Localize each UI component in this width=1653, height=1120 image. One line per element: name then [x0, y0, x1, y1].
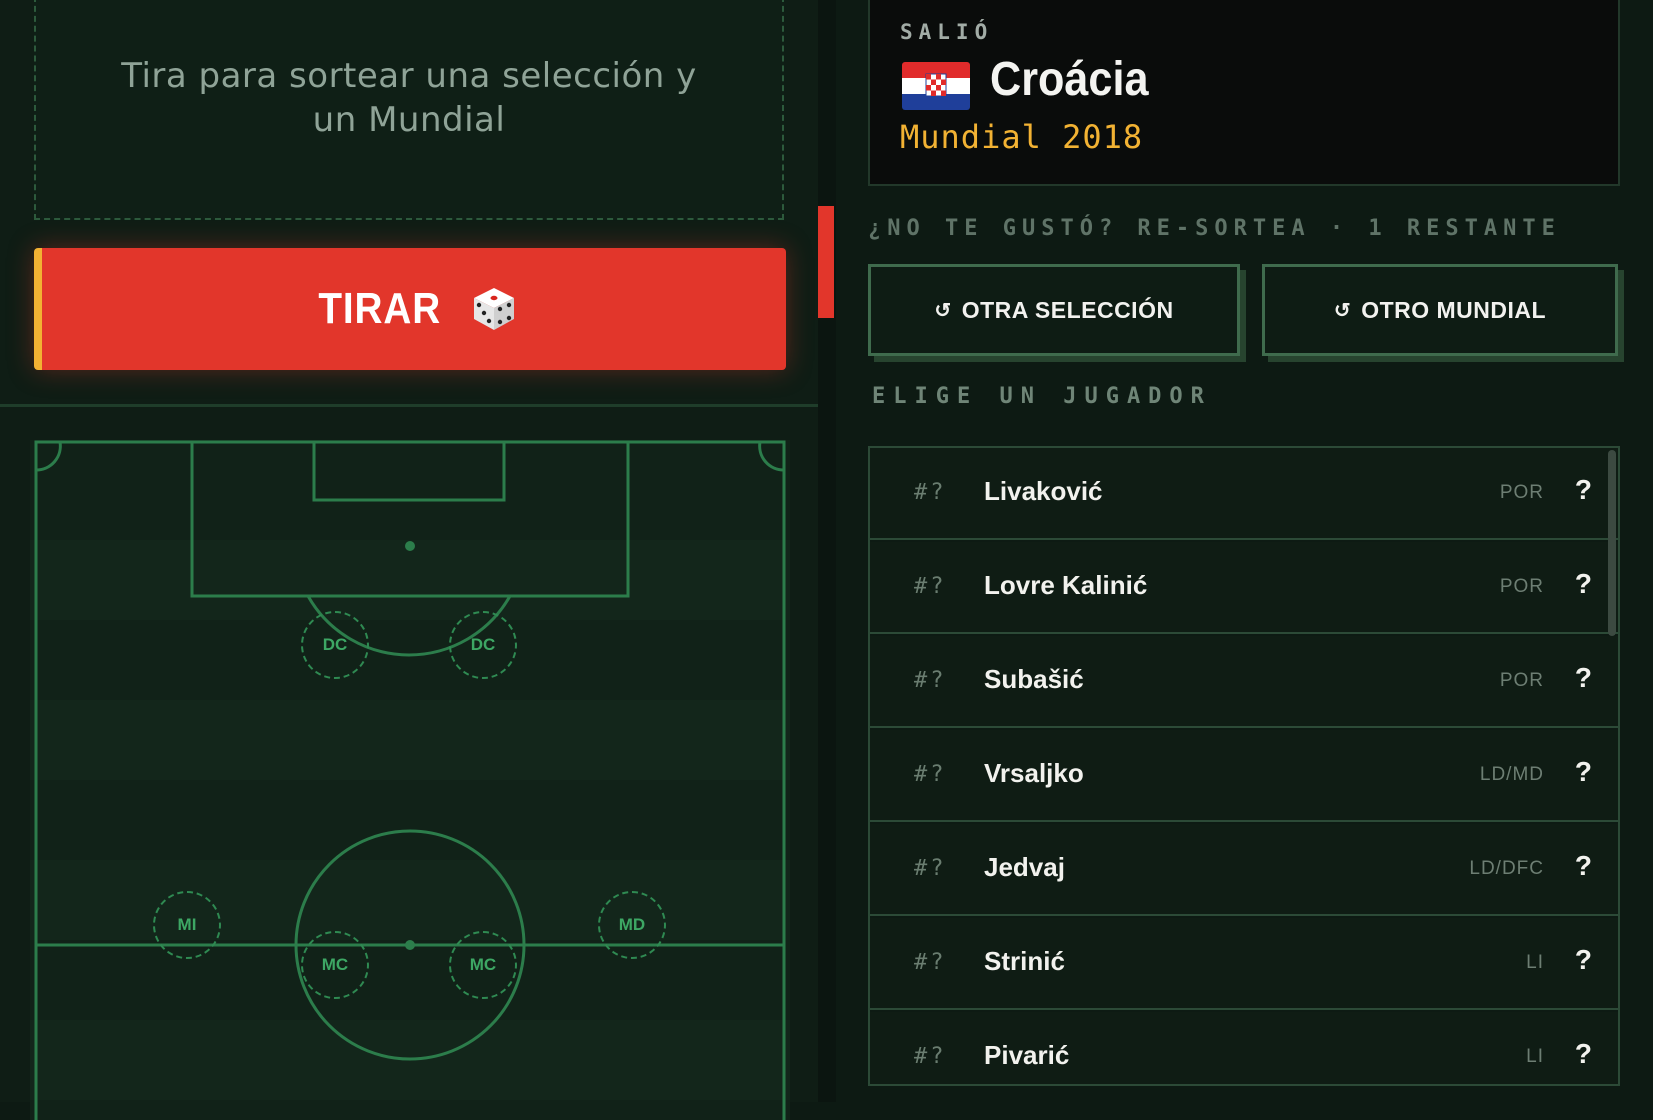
panel-separator-accent [818, 206, 834, 318]
player-unknown-mark: ? [1574, 756, 1592, 787]
draw-panel: Tira para sortear una selección y un Mun… [0, 0, 818, 1120]
player-name: Lovre Kalinić [984, 570, 1148, 600]
reroll-team-label: OTRA SELECCIÓN [961, 296, 1174, 323]
slot-dc[interactable]: DC [301, 611, 369, 679]
slot-mc[interactable]: MC [301, 931, 369, 999]
player-row[interactable]: #? Strinić LI ? [870, 918, 1618, 1010]
reroll-team-button[interactable]: ↺ OTRA SELECCIÓN [868, 264, 1240, 356]
player-row[interactable]: #? Livaković POR ? [870, 448, 1618, 540]
pitch: DC DC MI MC MC MD [30, 440, 790, 1120]
player-unknown-mark: ? [1574, 1038, 1592, 1069]
slot-md[interactable]: MD [598, 891, 666, 959]
player-unknown-mark: ? [1574, 474, 1592, 505]
player-name: Pivarić [984, 1040, 1070, 1070]
drawn-world-cup: Mundial 2018 [900, 118, 1144, 156]
player-position: POR [1499, 482, 1544, 503]
player-unknown-mark: ? [1574, 850, 1592, 881]
player-name: Livaković [984, 476, 1103, 506]
player-unknown-mark: ? [1574, 944, 1592, 975]
panel-divider [0, 404, 818, 407]
slot-mc[interactable]: MC [449, 931, 517, 999]
player-row[interactable]: #? Vrsaljko LD/MD ? [870, 730, 1618, 822]
player-name: Strinić [984, 946, 1065, 976]
player-position: LI [1526, 952, 1544, 973]
player-position: POR [1499, 670, 1544, 691]
player-name: Jedvaj [984, 852, 1065, 882]
player-number: #? [914, 1044, 947, 1069]
player-number: #? [914, 574, 947, 599]
roll-button[interactable]: TIRAR [34, 248, 786, 370]
draw-prompt-text: Tira para sortear una selección y un Mun… [121, 56, 697, 140]
player-list-heading: ELIGE UN JUGADOR [872, 384, 1212, 409]
draw-placeholder: Tira para sortear una selección y un Mun… [34, 0, 784, 220]
player-row[interactable]: #? Subašić POR ? [870, 636, 1618, 728]
player-position: LD/MD [1479, 764, 1544, 785]
slot-mi[interactable]: MI [153, 891, 221, 959]
player-number: #? [914, 950, 947, 975]
player-unknown-mark: ? [1574, 568, 1592, 599]
player-number: #? [914, 668, 947, 693]
refresh-icon: ↺ [1333, 299, 1352, 322]
dice-icon [473, 288, 514, 330]
reroll-world-cup-button[interactable]: ↺ OTRO MUNDIAL [1262, 264, 1618, 356]
player-name: Subašić [984, 664, 1084, 694]
pitch-markings [30, 440, 790, 1120]
selection-panel: SALIÓ Croácia Mundial 2018 ¿NO TE GUSTÓ?… [836, 0, 1653, 1102]
player-unknown-mark: ? [1574, 662, 1592, 693]
player-row[interactable]: #? Pivarić LI ? [870, 1012, 1618, 1084]
reroll-world-cup-label: OTRO MUNDIAL [1361, 296, 1547, 323]
player-number: #? [914, 856, 947, 881]
player-list: #? Livaković POR ? #? Lovre Kalinić POR … [868, 446, 1620, 1086]
player-name: Vrsaljko [984, 758, 1084, 788]
player-row[interactable]: #? Lovre Kalinić POR ? [870, 542, 1618, 634]
player-row[interactable]: #? Jedvaj LD/DFC ? [870, 824, 1618, 916]
player-list-scrollbar[interactable] [1608, 450, 1616, 636]
croatia-flag-icon [902, 62, 970, 110]
roll-button-label: TIRAR [318, 284, 442, 333]
player-position: LD/DFC [1469, 858, 1544, 879]
draw-result-card: SALIÓ Croácia Mundial 2018 [868, 0, 1620, 186]
player-number: #? [914, 480, 947, 505]
slot-dc[interactable]: DC [449, 611, 517, 679]
panel-separator [818, 0, 836, 1102]
reroll-note: ¿NO TE GUSTÓ? RE-SORTEA · 1 RESTANTE [868, 216, 1561, 241]
drawn-country: Croácia [990, 53, 1149, 106]
player-position: LI [1526, 1046, 1544, 1067]
result-heading: SALIÓ [900, 20, 994, 44]
player-position: POR [1499, 576, 1544, 597]
player-number: #? [914, 762, 947, 787]
refresh-icon: ↺ [934, 299, 952, 322]
